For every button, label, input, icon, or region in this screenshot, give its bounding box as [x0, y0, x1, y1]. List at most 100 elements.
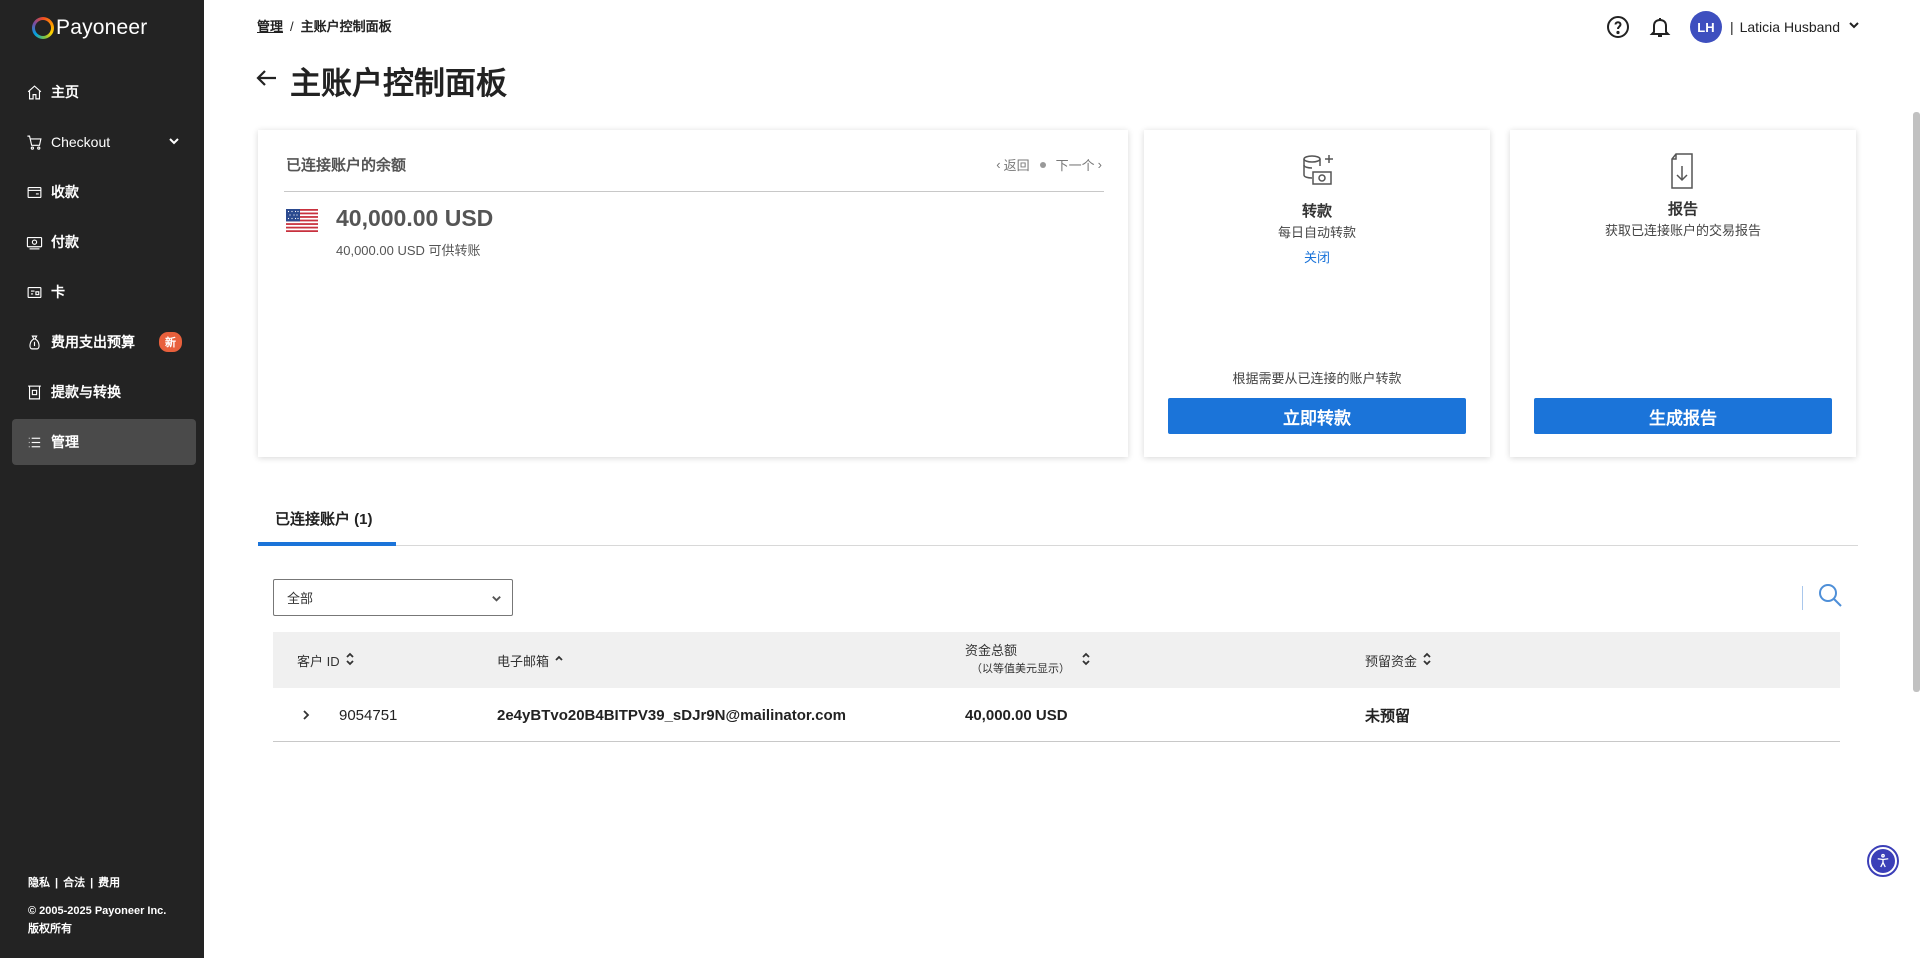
- column-header-label: 电子邮箱: [497, 653, 550, 669]
- balance-available: 40,000.00 USD 可供转账: [336, 243, 481, 258]
- user-separator: |: [1729, 19, 1734, 35]
- connected-accounts-table: 客户 ID 电子邮箱 资金总额 （以等值美元显示） 预留资金 9054751 2…: [273, 632, 1840, 742]
- column-header-reserved[interactable]: 预留资金: [1365, 632, 1432, 688]
- balance-next-link[interactable]: 下一个: [1056, 155, 1095, 174]
- sidebar-item-label: 收款: [51, 184, 79, 200]
- sidebar-item-label: 提款与转换: [51, 384, 121, 400]
- privacy-link[interactable]: 隐私: [28, 877, 50, 889]
- chevron-down-icon: [491, 592, 502, 607]
- home-icon: [25, 83, 43, 101]
- column-header-customer-id[interactable]: 客户 ID: [297, 632, 355, 688]
- breadcrumb-separator: /: [290, 19, 294, 34]
- fees-link[interactable]: 费用: [98, 877, 120, 889]
- pagination-dot: [1039, 161, 1046, 168]
- sidebar-item-label: 费用支出预算: [51, 334, 135, 350]
- pay-icon: [25, 233, 43, 251]
- cell-reserved: 未预留: [1365, 707, 1411, 725]
- sidebar-item-manage[interactable]: 管理: [12, 419, 196, 465]
- transfer-note: 根据需要从已连接的账户转款: [1232, 371, 1402, 386]
- title-row: 主账户控制面板: [254, 58, 507, 103]
- sidebar-item-pay[interactable]: 付款: [12, 219, 196, 265]
- cart-icon: [25, 133, 43, 151]
- column-header-total-funds[interactable]: 资金总额 （以等值美元显示）: [965, 632, 1091, 688]
- account-filter-select[interactable]: 全部: [273, 579, 513, 616]
- table-header: 客户 ID 电子邮箱 资金总额 （以等值美元显示） 预留资金: [273, 632, 1840, 688]
- sidebar-item-label: 主页: [51, 84, 79, 100]
- filter-selected-value: 全部: [287, 591, 314, 606]
- tab-connected-accounts[interactable]: 已连接账户 (1): [258, 490, 396, 546]
- list-icon: [25, 433, 43, 451]
- sort-icon: [340, 652, 355, 669]
- app-root: Payoneer 主页 Checkout 收款 付款 卡 费用支出预算 新 提款…: [0, 0, 1920, 958]
- sort-ascending-icon: [549, 652, 564, 669]
- balance-prev-link[interactable]: 返回: [1004, 155, 1030, 174]
- legal-link[interactable]: 合法: [63, 877, 85, 889]
- sidebar-footer-links: 隐私 | 合法 | 费用: [28, 874, 120, 890]
- sidebar-item-label: 管理: [51, 434, 79, 450]
- main-content: 管理 / 主账户控制面板 LH | Laticia Husband 主账户控制面板: [204, 0, 1920, 958]
- search-icon[interactable]: [1817, 582, 1843, 613]
- payoneer-logo[interactable]: Payoneer: [32, 15, 148, 41]
- balance-card: 已连接账户的余额 ‹ 返回 下一个 › 40,000.00 USD 40,000…: [258, 130, 1128, 457]
- cell-email: 2e4yBTvo20B4BITPV39_sDJr9N@mailinator.co…: [497, 706, 846, 724]
- balance-pagination: ‹ 返回 下一个 ›: [996, 155, 1102, 174]
- auto-transfer-toggle-link[interactable]: 关闭: [1144, 247, 1490, 266]
- withdraw-icon: [25, 383, 43, 401]
- bell-icon[interactable]: [1648, 15, 1672, 39]
- chevron-down-icon: [168, 134, 180, 150]
- cell-total-funds: 40,000.00 USD: [965, 706, 1068, 724]
- sidebar-item-home[interactable]: 主页: [12, 69, 196, 115]
- chevron-right-icon[interactable]: [300, 688, 312, 742]
- column-header-stack: 资金总额 （以等值美元显示）: [965, 642, 1070, 678]
- sidebar-item-label: 卡: [51, 284, 65, 300]
- logo-text: Payoneer: [56, 16, 148, 39]
- copyright: © 2005-2025 Payoneer Inc. 版权所有: [28, 902, 198, 938]
- report-document-icon: [1662, 150, 1704, 197]
- divider: [284, 191, 1104, 192]
- transfer-card: 转款 每日自动转款 关闭 根据需要从已连接的账户转款 立即转款: [1144, 130, 1490, 457]
- table-row[interactable]: 9054751 2e4yBTvo20B4BITPV39_sDJr9N@maili…: [273, 688, 1840, 742]
- sidebar-item-checkout[interactable]: Checkout: [12, 119, 196, 165]
- help-icon[interactable]: [1606, 15, 1630, 39]
- budget-icon: [25, 333, 43, 351]
- generate-report-button[interactable]: 生成报告: [1534, 398, 1832, 434]
- avatar[interactable]: LH: [1689, 11, 1722, 43]
- user-name[interactable]: Laticia Husband: [1740, 19, 1840, 35]
- breadcrumb-parent-link[interactable]: 管理: [257, 19, 283, 34]
- report-title: 报告: [1667, 201, 1698, 218]
- chevron-down-icon[interactable]: [1840, 18, 1860, 36]
- chevron-right-icon[interactable]: ›: [1098, 157, 1102, 172]
- tab-bar: 已连接账户 (1): [258, 490, 1858, 546]
- column-header-label: 预留资金: [1365, 653, 1418, 669]
- logo-ring-icon: [32, 17, 54, 39]
- transfer-subtitle: 每日自动转款: [1277, 225, 1356, 240]
- transfer-now-button[interactable]: 立即转款: [1168, 398, 1466, 434]
- sidebar: Payoneer 主页 Checkout 收款 付款 卡 费用支出预算 新 提款…: [0, 0, 204, 958]
- report-card: 报告 获取已连接账户的交易报告 生成报告: [1510, 130, 1856, 457]
- sidebar-item-receive[interactable]: 收款: [12, 169, 196, 215]
- accessibility-button[interactable]: [1867, 845, 1899, 877]
- sidebar-item-budget[interactable]: 费用支出预算 新: [12, 319, 196, 365]
- rights-text: 版权所有: [28, 923, 72, 935]
- footer-separator: |: [90, 877, 94, 889]
- page-title: 主账户控制面板: [290, 66, 507, 101]
- column-header-label: 客户 ID: [297, 653, 340, 669]
- breadcrumb-current: 主账户控制面板: [300, 19, 392, 34]
- sidebar-item-card[interactable]: 卡: [12, 269, 196, 315]
- search-area: [1802, 582, 1843, 613]
- page-scrollbar[interactable]: [1913, 112, 1920, 692]
- chevron-left-icon[interactable]: ‹: [996, 157, 1000, 172]
- column-header-email[interactable]: 电子邮箱: [497, 632, 564, 688]
- sidebar-nav: 主页 Checkout 收款 付款 卡 费用支出预算 新 提款与转换 管理: [12, 69, 196, 469]
- back-arrow-icon[interactable]: [254, 65, 280, 96]
- us-flag-icon: [286, 209, 318, 232]
- top-right-toolbar: LH | Laticia Husband: [1606, 11, 1860, 43]
- sort-icon: [1076, 652, 1091, 669]
- transfer-icon: [1296, 150, 1338, 197]
- sort-icon: [1417, 652, 1432, 669]
- balance-amount: 40,000.00 USD: [336, 205, 494, 231]
- sidebar-item-label: Checkout: [51, 134, 111, 150]
- accessibility-icon: [1871, 849, 1895, 873]
- copyright-text: © 2005-2025 Payoneer Inc.: [28, 905, 167, 917]
- sidebar-item-withdraw[interactable]: 提款与转换: [12, 369, 196, 415]
